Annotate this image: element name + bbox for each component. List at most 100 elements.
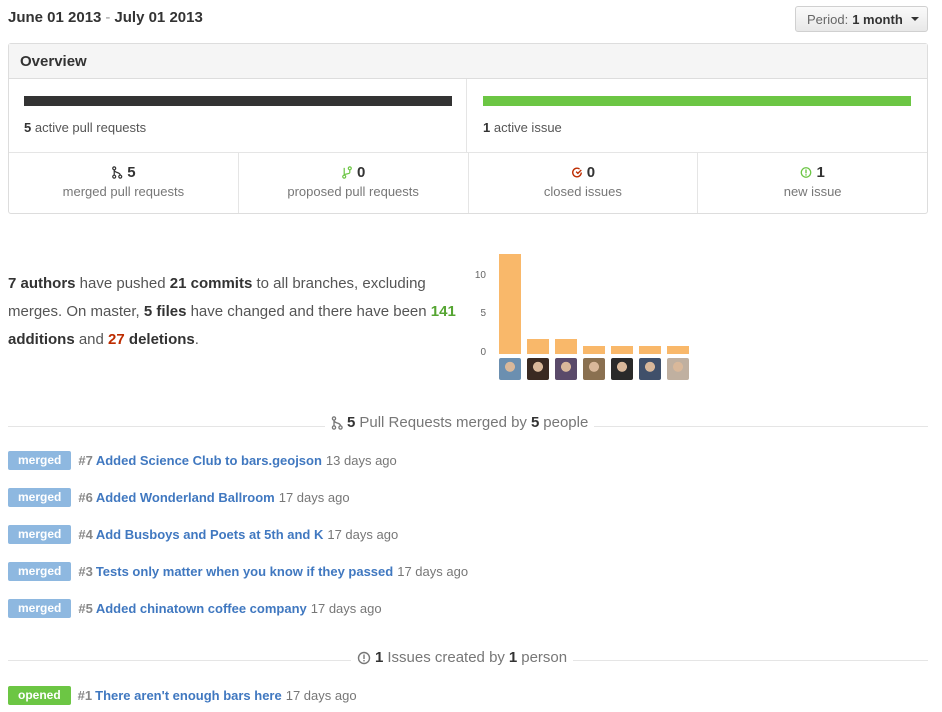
author-avatar[interactable] (583, 358, 605, 380)
merged-badge: merged (8, 598, 72, 618)
pulls-count: 5 (347, 414, 356, 431)
date-start: June 01 2013 (8, 9, 102, 26)
summary-text-4: and (74, 331, 109, 348)
active-issues-bar (483, 96, 911, 106)
merged-pr-icon (331, 415, 343, 430)
additions-label: additions (8, 331, 75, 348)
commit-summary: 7 authors have pushed 21 commits to all … (8, 270, 458, 354)
date-separator: - (105, 9, 111, 26)
issue-number: #1 (77, 687, 93, 703)
issue-age: 17 days ago (285, 687, 357, 703)
pr-age: 17 days ago (278, 489, 350, 505)
pull-request-row: merged #6 Added Wonderland Ballroom 17 d… (8, 487, 350, 507)
issue-icon (357, 651, 371, 664)
files-count[interactable]: 5 files (144, 303, 187, 320)
issue-title-link[interactable]: There aren't enough bars here (95, 688, 282, 703)
deletions-label: deletions (124, 331, 195, 348)
summary-text-3: have changed and there have been (186, 303, 431, 320)
y-tick-label: 5 (480, 308, 486, 319)
proposed-pr-icon (342, 166, 352, 179)
active-prs-text: active pull requests (34, 120, 147, 135)
issues-people-count: 1 (508, 649, 518, 666)
closed-issue-icon (571, 167, 582, 178)
deletions-count: 27 (108, 331, 125, 348)
active-issues-text: active issue (493, 120, 562, 135)
closed-issues-label: closed issues (543, 184, 622, 199)
merged-pr-icon (112, 166, 123, 179)
pr-title-link[interactable]: Added Wonderland Ballroom (96, 490, 275, 505)
new-issues-label: new issue (783, 184, 842, 199)
chart-bar (499, 253, 521, 354)
pr-age: 17 days ago (327, 526, 399, 542)
pr-number: #7 (78, 452, 93, 468)
pull-request-row: merged #5 Added chinatown coffee company… (8, 598, 382, 618)
chart-bar (611, 346, 633, 354)
author-avatar[interactable] (499, 358, 521, 380)
pull-request-row: merged #4 Add Busboys and Poets at 5th a… (8, 524, 398, 544)
y-tick-label: 10 (474, 270, 486, 281)
author-avatar[interactable] (527, 358, 549, 380)
commits-count[interactable]: 21 commits (170, 275, 253, 292)
pr-title-link[interactable]: Tests only matter when you know if they … (96, 564, 393, 579)
pr-number: #4 (78, 526, 93, 542)
stat-closed-issues[interactable]: 0 closed issues (469, 153, 699, 213)
issues-count: 1 (375, 649, 384, 666)
issues-section-title: 1 Issues created by 1 person (351, 649, 574, 666)
author-avatar[interactable] (639, 358, 661, 380)
commits-by-author-chart: 10 5 0 (470, 248, 700, 388)
period-dropdown-button[interactable]: Period: 1 month (795, 6, 928, 32)
new-issues-count: 1 (816, 164, 825, 181)
merged-badge: merged (8, 487, 72, 507)
pulls-title-text: Pull Requests merged by (359, 414, 527, 431)
additions-count: 141 (430, 303, 456, 320)
pr-title-link[interactable]: Added Science Club to bars.geojson (96, 453, 322, 468)
summary-text-1: have pushed (75, 275, 170, 292)
merged-badge: merged (8, 524, 72, 544)
active-issues-count: 1 (483, 120, 491, 135)
date-end: July 01 2013 (114, 9, 203, 26)
pr-title-link[interactable]: Add Busboys and Poets at 5th and K (96, 527, 324, 542)
caret-down-icon (910, 17, 919, 21)
author-avatar[interactable] (667, 358, 689, 380)
active-prs-bar (24, 96, 452, 106)
summary-text-5: . (194, 331, 199, 348)
chart-bar (527, 338, 549, 354)
issues-title-text: Issues created by (387, 649, 505, 666)
pr-number: #6 (78, 489, 93, 505)
active-prs-label: 5 active pull requests (24, 120, 146, 135)
stat-proposed-prs[interactable]: 0 proposed pull requests (239, 153, 469, 213)
overview-panel: Overview 5 active pull requests 1 active… (8, 43, 928, 214)
pr-number: #3 (78, 563, 93, 579)
active-issues-section[interactable]: 1 active issue (467, 79, 927, 153)
new-issue-icon (801, 167, 812, 178)
chart-bar (667, 346, 689, 354)
active-issues-label: 1 active issue (483, 120, 562, 135)
pr-age: 13 days ago (325, 452, 397, 468)
stat-merged-prs[interactable]: 5 merged pull requests (9, 153, 239, 213)
author-avatar[interactable] (611, 358, 633, 380)
merged-badge: merged (8, 561, 72, 581)
proposed-prs-count: 0 (356, 164, 366, 181)
stat-new-issues[interactable]: 1 new issue (698, 153, 927, 213)
chart-bar (583, 346, 605, 354)
chart-bar (555, 338, 577, 354)
author-avatar[interactable] (555, 358, 577, 380)
merged-prs-count: 5 (127, 164, 136, 181)
chart-bar (639, 346, 661, 354)
period-label: Period: (807, 11, 849, 27)
pr-title-link[interactable]: Added chinatown coffee company (96, 601, 307, 616)
pr-age: 17 days ago (310, 600, 382, 616)
date-range: June 01 2013- July 01 2013 (8, 9, 203, 26)
merged-badge: merged (8, 450, 72, 470)
proposed-prs-label: proposed pull requests (287, 184, 419, 199)
authors-count[interactable]: 7 authors (8, 275, 76, 292)
active-prs-section[interactable]: 5 active pull requests (9, 79, 467, 153)
closed-issues-count: 0 (586, 164, 596, 181)
pr-age: 17 days ago (397, 563, 469, 579)
pull-request-row: merged #3 Tests only matter when you kno… (8, 561, 468, 581)
y-tick-label: 0 (480, 347, 486, 358)
overview-title: Overview (9, 44, 927, 79)
opened-badge: opened (8, 685, 71, 705)
period-value: 1 month (852, 11, 903, 27)
active-prs-count: 5 (24, 120, 32, 135)
